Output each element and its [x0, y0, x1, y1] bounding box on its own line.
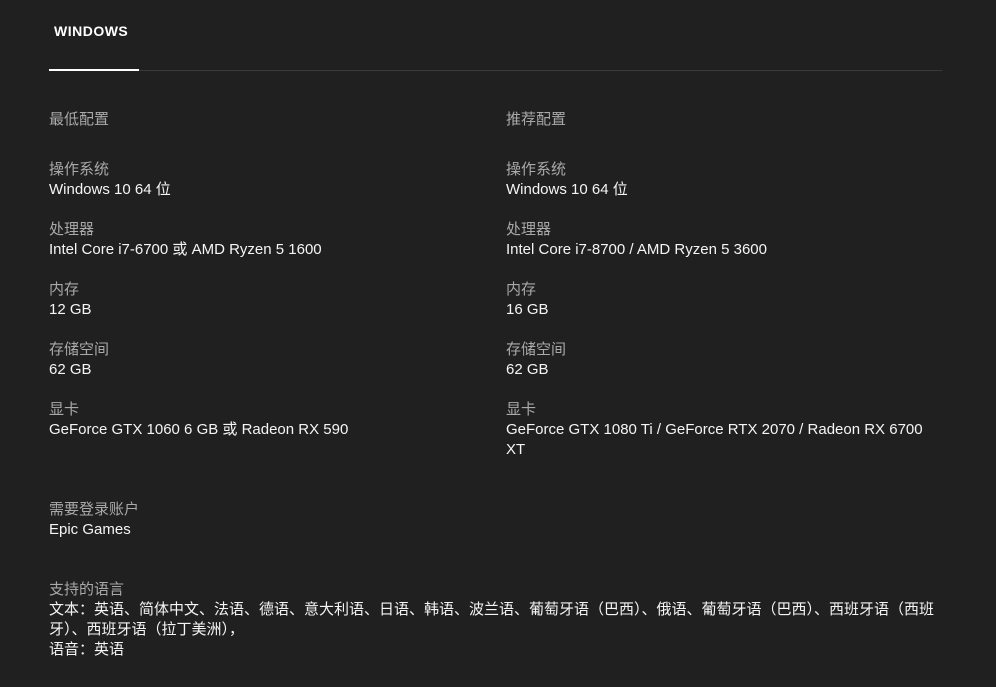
- spec-label: 存储空间: [506, 341, 567, 358]
- tab-windows-label: WINDOWS: [54, 23, 129, 39]
- account-label: 需要登录账户: [49, 501, 140, 518]
- spec-cpu: 处理器 Intel Core i7-6700 或 AMD Ryzen 5 160…: [49, 220, 469, 260]
- account-requirement: 需要登录账户 Epic Games: [49, 500, 942, 540]
- spec-value: 12 GB: [49, 301, 92, 318]
- spec-os: 操作系统 Windows 10 64 位: [506, 160, 926, 200]
- spec-storage: 存储空间 62 GB: [49, 340, 469, 380]
- spec-value: 62 GB: [506, 361, 549, 378]
- spec-label: 存储空间: [49, 341, 110, 358]
- spec-value: 16 GB: [506, 301, 549, 318]
- spec-label: 内存: [49, 281, 80, 298]
- spec-label: 操作系统: [506, 161, 567, 178]
- spec-cpu: 处理器 Intel Core i7-8700 / AMD Ryzen 5 360…: [506, 220, 926, 260]
- recommended-heading: 推荐配置: [506, 111, 567, 128]
- spec-storage: 存储空间 62 GB: [506, 340, 926, 380]
- languages-text: 文本：英语、简体中文、法语、德语、意大利语、日语、韩语、波兰语、葡萄牙语（巴西）…: [49, 601, 935, 638]
- tab-windows[interactable]: WINDOWS: [49, 0, 139, 71]
- spec-label: 内存: [506, 281, 537, 298]
- spec-gpu: 显卡 GeForce GTX 1080 Ti / GeForce RTX 207…: [506, 400, 926, 460]
- spec-memory: 内存 12 GB: [49, 280, 469, 320]
- spec-value: GeForce GTX 1060 6 GB 或 Radeon RX 590: [49, 421, 349, 438]
- spec-label: 处理器: [506, 221, 552, 238]
- spec-label: 显卡: [506, 401, 537, 418]
- languages-label: 支持的语言: [49, 581, 125, 598]
- supported-languages: 支持的语言 文本：英语、简体中文、法语、德语、意大利语、日语、韩语、波兰语、葡萄…: [49, 580, 942, 660]
- spec-label: 处理器: [49, 221, 95, 238]
- spec-memory: 内存 16 GB: [506, 280, 926, 320]
- spec-value: Windows 10 64 位: [49, 181, 171, 198]
- minimum-heading: 最低配置: [49, 111, 110, 128]
- spec-value: GeForce GTX 1080 Ti / GeForce RTX 2070 /…: [506, 421, 923, 458]
- minimum-requirements: 最低配置 操作系统 Windows 10 64 位 处理器 Intel Core…: [49, 110, 469, 460]
- spec-label: 显卡: [49, 401, 80, 418]
- spec-gpu: 显卡 GeForce GTX 1060 6 GB 或 Radeon RX 590: [49, 400, 469, 440]
- spec-value: Intel Core i7-8700 / AMD Ryzen 5 3600: [506, 241, 767, 258]
- spec-value: 62 GB: [49, 361, 92, 378]
- spec-os: 操作系统 Windows 10 64 位: [49, 160, 469, 200]
- active-tab-underline: [49, 69, 139, 71]
- spec-label: 操作系统: [49, 161, 110, 178]
- spec-value: Intel Core i7-6700 或 AMD Ryzen 5 1600: [49, 241, 322, 258]
- recommended-requirements: 推荐配置 操作系统 Windows 10 64 位 处理器 Intel Core…: [506, 110, 926, 480]
- languages-audio: 语音：英语: [49, 641, 125, 658]
- platform-tabs: WINDOWS: [49, 0, 942, 71]
- account-value: Epic Games: [49, 521, 131, 538]
- spec-value: Windows 10 64 位: [506, 181, 628, 198]
